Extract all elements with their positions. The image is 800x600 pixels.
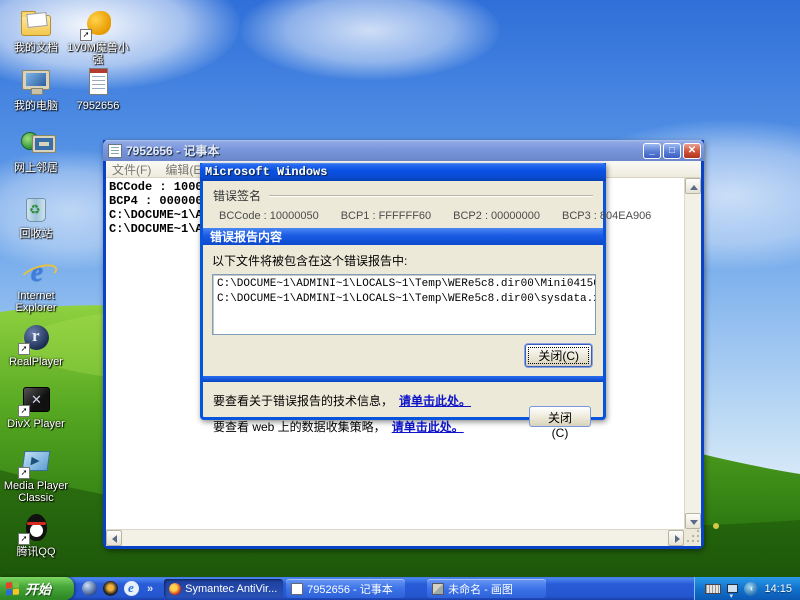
desktop-icon-label: 1V0M魔兽小强 <box>62 42 134 66</box>
dialog-title: Microsoft Windows <box>205 165 603 179</box>
desktop-icon-label: RealPlayer <box>0 356 72 368</box>
desktop: 我的文档 1V0M魔兽小强 我的电脑 7952656 网上邻居 回收站 e In… <box>0 0 800 600</box>
paint-task-icon <box>432 583 444 595</box>
notepad-task-icon <box>291 583 303 595</box>
desktop-icon-media-player-classic[interactable]: Media Player Classic <box>0 446 72 504</box>
vertical-scrollbar[interactable] <box>684 178 701 529</box>
notepad-file-icon <box>81 66 115 98</box>
report-contents-title: 错误报告内容 <box>210 228 282 245</box>
desktop-icon-divx-player[interactable]: DivX Player <box>0 384 72 430</box>
network-places-icon <box>19 128 53 160</box>
minimize-button[interactable]: _ <box>643 143 661 159</box>
bccode-value: BCCode : 10000050 <box>219 210 319 222</box>
report-contents-titlebar: 错误报告内容 <box>203 228 603 245</box>
quicklaunch-internet-explorer-icon[interactable] <box>124 581 139 596</box>
my-computer-icon <box>19 66 53 98</box>
desktop-icon-label: 腾讯QQ <box>0 546 72 558</box>
my-documents-icon <box>19 8 53 40</box>
data-policy-link[interactable]: 请单击此处。 <box>392 420 464 434</box>
taskbar-button-label: Symantec AntiVir... <box>185 583 277 595</box>
horizontal-scrollbar[interactable] <box>106 529 684 546</box>
realplayer-icon <box>19 322 53 354</box>
scroll-right-button[interactable] <box>668 530 684 546</box>
system-tray: ‹ 14:15 <box>694 577 800 600</box>
error-signature-label: 错误签名 <box>213 187 261 204</box>
taskbar: 开始 » Symantec AntiVir... 7952656 - 记事本 未… <box>0 577 800 600</box>
quick-launch: » <box>74 581 161 596</box>
tech-info-link[interactable]: 请单击此处。 <box>399 394 471 408</box>
resize-grip[interactable] <box>684 529 701 546</box>
desktop-icon-label: DivX Player <box>0 418 72 430</box>
internet-explorer-icon: e <box>19 256 53 288</box>
bcp1-value: BCP1 : FFFFFF60 <box>341 210 431 222</box>
start-button[interactable]: 开始 <box>0 577 74 600</box>
taskbar-button-symantec[interactable]: Symantec AntiVir... <box>164 579 283 598</box>
notepad-title: 7952656 - 记事本 <box>126 142 641 159</box>
report-file-path: C:\DOCUME~1\ADMINI~1\LOCALS~1\Temp\WERe5… <box>217 292 591 307</box>
data-policy-text: 要查看 web 上的数据收集策略， <box>213 420 386 434</box>
report-contents-body: 以下文件将被包含在这个错误报告中: C:\DOCUME~1\ADMINI~1\L… <box>203 245 603 367</box>
qq-icon <box>19 512 53 544</box>
taskbar-clock[interactable]: 14:15 <box>764 583 792 595</box>
desktop-icon-tencent-qq[interactable]: 腾讯QQ <box>0 512 72 558</box>
desktop-icon-label: Media Player Classic <box>0 480 72 504</box>
symantec-icon <box>169 583 181 595</box>
report-close-button[interactable]: 关闭(C) <box>525 344 592 367</box>
desktop-icon-recycle-bin[interactable]: 回收站 <box>0 194 72 240</box>
taskbar-button-paint[interactable]: 未命名 - 画图 <box>427 579 546 598</box>
taskbar-button-label: 7952656 - 记事本 <box>307 581 393 597</box>
tech-info-text: 要查看关于错误报告的技术信息， <box>213 394 393 408</box>
bcp2-value: BCP2 : 00000000 <box>453 210 540 222</box>
desktop-icon-internet-explorer[interactable]: e Internet Explorer <box>0 256 72 314</box>
notepad-window-icon <box>108 144 122 158</box>
game-icon <box>81 8 115 40</box>
quicklaunch-media-player-icon[interactable] <box>103 581 118 596</box>
notepad-text: BCCode : 10000BCP4 : 0000000C:\DOCUME~1\… <box>109 180 210 236</box>
desktop-icon-realplayer[interactable]: RealPlayer <box>0 322 72 368</box>
divx-player-icon <box>19 384 53 416</box>
desktop-icon-label: 7952656 <box>62 100 134 112</box>
groupbox-rule <box>269 195 593 196</box>
error-report-dialog: Microsoft Windows 错误签名 BCCode : 10000050… <box>200 163 606 420</box>
scroll-down-button[interactable] <box>685 513 701 529</box>
realplayer-tray-icon[interactable]: ‹ <box>744 582 758 596</box>
scroll-up-button[interactable] <box>685 178 701 194</box>
report-file-list[interactable]: C:\DOCUME~1\ADMINI~1\LOCALS~1\Temp\WERe5… <box>212 274 596 335</box>
desktop-icon-7952656[interactable]: 7952656 <box>62 66 134 112</box>
dialog-footer: 要查看关于错误报告的技术信息， 请单击此处。 要查看 web 上的数据收集策略， 请… <box>203 382 603 435</box>
desktop-icon-label: 网上邻居 <box>0 162 72 174</box>
error-signature-section: 错误签名 BCCode : 10000050 BCP1 : FFFFFF60 B… <box>203 181 603 228</box>
report-file-path: C:\DOCUME~1\ADMINI~1\LOCALS~1\Temp\WERe5… <box>217 277 591 292</box>
dialog-titlebar[interactable]: Microsoft Windows <box>200 163 606 181</box>
desktop-icon-label: 回收站 <box>0 228 72 240</box>
notepad-titlebar[interactable]: 7952656 - 记事本 _ □ ✕ <box>103 140 704 161</box>
desktop-icon-network-places[interactable]: 网上邻居 <box>0 128 72 174</box>
menu-file[interactable]: 文件(F) <box>112 161 151 178</box>
quicklaunch-realplayer-icon[interactable] <box>82 581 97 596</box>
taskbar-button-label: 未命名 - 画图 <box>448 581 513 597</box>
maximize-button[interactable]: □ <box>663 143 681 159</box>
tray-display-icon[interactable] <box>727 584 738 593</box>
scroll-left-button[interactable] <box>106 530 122 546</box>
quicklaunch-overflow-chevron[interactable]: » <box>147 583 153 595</box>
input-method-keyboard-icon[interactable] <box>705 584 721 594</box>
recycle-bin-icon <box>19 194 53 226</box>
dialog-close-button[interactable]: 关闭(C) <box>529 406 591 427</box>
start-label: 开始 <box>25 579 51 598</box>
taskbar-button-notepad[interactable]: 7952656 - 记事本 <box>286 579 405 598</box>
desktop-icon-label: Internet Explorer <box>0 290 72 314</box>
close-button[interactable]: ✕ <box>683 143 701 159</box>
report-intro-text: 以下文件将被包含在这个错误报告中: <box>212 252 596 269</box>
windows-flag-icon <box>6 581 20 595</box>
desktop-icon-game-shortcut[interactable]: 1V0M魔兽小强 <box>62 8 134 66</box>
media-player-classic-icon <box>19 446 53 478</box>
bcp3-value: BCP3 : 804EA906 <box>562 210 651 222</box>
